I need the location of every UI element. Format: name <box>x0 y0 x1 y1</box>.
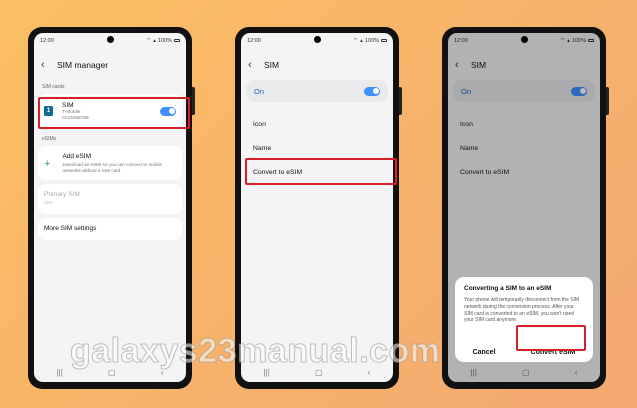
more-sim-settings-label: More SIM settings <box>44 225 97 233</box>
signal-icon: ▴ <box>360 37 363 44</box>
sim-on-switch-row[interactable]: On <box>246 80 388 102</box>
cancel-button[interactable]: Cancel <box>473 349 496 356</box>
camera-cutout <box>313 36 321 43</box>
battery-percent: 100% <box>364 37 379 44</box>
status-bar: 12:00 ⌔ ▴ 100% <box>241 33 393 48</box>
add-esim-desc: Download an eSIM so you can connect to m… <box>62 162 163 173</box>
status-time: 12:00 <box>40 37 54 44</box>
sim-manager-screen: 12:00 ⌔ ▴ 100% ‹ SIM manager SIM cards 1… <box>34 33 186 382</box>
camera-cutout <box>106 36 114 43</box>
option-name[interactable]: Name <box>241 136 393 160</box>
more-sim-settings-item[interactable]: More SIM settings <box>38 217 182 240</box>
add-esim-title: Add eSIM <box>62 153 91 160</box>
primary-sim-title: Primary SIM <box>44 190 80 198</box>
esims-label: eSIMs <box>42 136 57 142</box>
battery-icon <box>174 38 180 43</box>
primary-sim-value: SIM <box>44 199 53 205</box>
status-time: 12:00 <box>247 37 261 44</box>
back-arrow-icon[interactable]: ‹ <box>41 59 53 71</box>
sim-toggle[interactable] <box>364 86 380 96</box>
primary-sim-item: Primary SIM SIM <box>38 183 182 214</box>
recents-icon[interactable]: ||| <box>57 368 63 377</box>
sim-settings-screen: 12:00 ⌔ ▴ 100% ‹ SIM On Icon Name Conver… <box>241 33 393 382</box>
app-bar: ‹ SIM <box>241 54 393 76</box>
phone-frame-3: 12:00 ⌔ ▴ 100% ‹ SIM On Icon Name Conver… <box>442 27 609 389</box>
wifi-icon: ⌔ <box>352 38 359 44</box>
status-bar: 12:00 ⌔ ▴ 100% <box>34 33 186 48</box>
battery-icon <box>381 38 387 43</box>
wifi-icon: ⌔ <box>145 38 152 44</box>
highlight-convert-button <box>516 325 586 351</box>
dialog-body: Your phone will temporarily disconnect f… <box>464 297 580 324</box>
plus-icon: + <box>44 158 51 170</box>
app-bar: ‹ SIM manager <box>34 54 186 76</box>
page-title: SIM manager <box>57 60 109 70</box>
signal-icon: ▴ <box>153 37 156 44</box>
option-icon[interactable]: Icon <box>241 112 393 136</box>
highlight-sim-item <box>38 97 190 129</box>
highlight-convert-option <box>245 158 397 185</box>
sim-cards-label: SIM cards <box>42 84 65 90</box>
dialog-title: Converting a SIM to an eSIM <box>464 285 552 292</box>
on-label: On <box>254 86 265 96</box>
add-esim-item[interactable]: + Add eSIM Download an eSIM so you can c… <box>38 146 182 180</box>
battery-percent: 100% <box>157 37 172 44</box>
watermark: galaxys23manual.com <box>69 332 441 371</box>
page-title: SIM <box>264 60 280 70</box>
back-arrow-icon[interactable]: ‹ <box>248 59 260 71</box>
